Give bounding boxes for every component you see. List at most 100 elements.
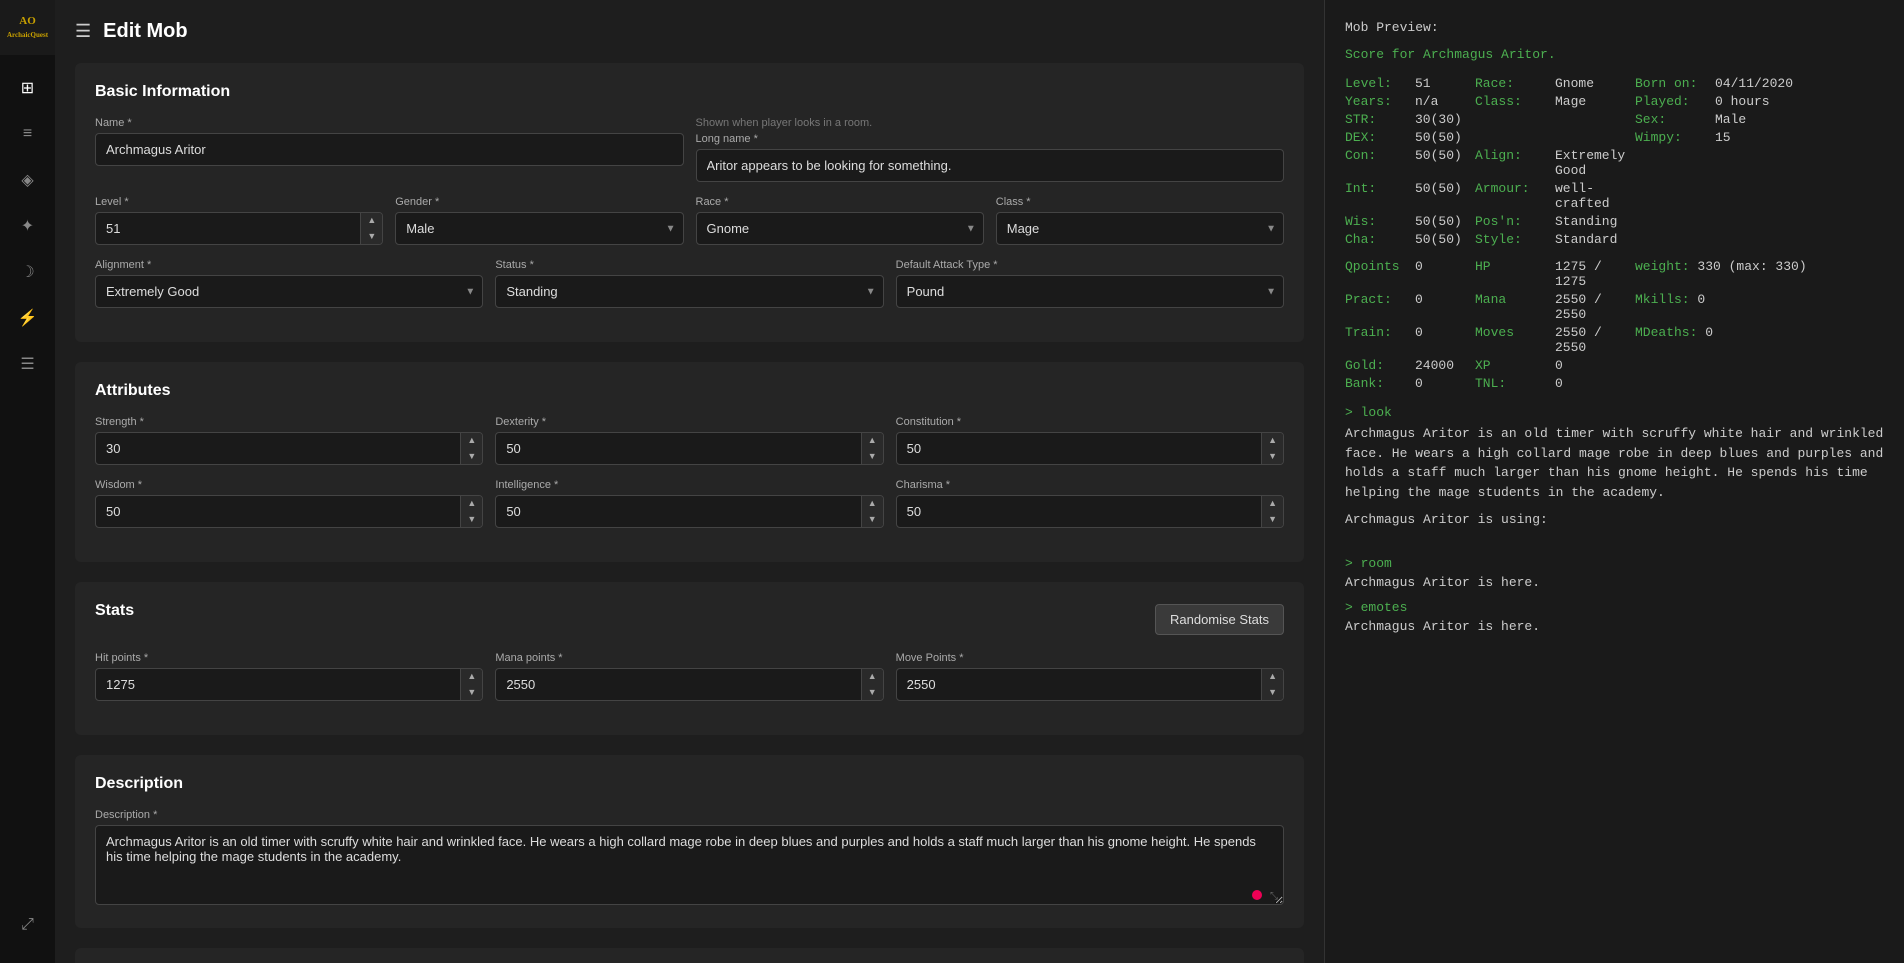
prev-mdeaths-label: MDeaths:: [1635, 325, 1697, 355]
prev-race-value: Gnome: [1555, 76, 1635, 91]
gender-label: Gender *: [395, 196, 683, 208]
sidebar-item-bolt[interactable]: ✦: [8, 206, 48, 246]
prev-years-value: n/a: [1415, 94, 1475, 109]
prev-bank-value: 0: [1415, 376, 1475, 391]
prev-xp-label: XP: [1475, 358, 1555, 373]
align-row: Alignment * Extremely Good Good Neutral …: [95, 259, 1284, 308]
charisma-wrap: ▲ ▼: [896, 495, 1284, 528]
mana-input[interactable]: [496, 669, 860, 700]
class-group: Class * Mage Warrior Cleric ▼: [996, 196, 1284, 245]
mana-up-btn[interactable]: ▲: [862, 669, 883, 685]
attack-group: Default Attack Type * Pound Slash Pierce…: [896, 259, 1284, 308]
move-label: Move Points *: [896, 652, 1284, 664]
randomise-stats-button[interactable]: Randomise Stats: [1155, 604, 1284, 635]
prev-wis-value: 50(50): [1415, 214, 1475, 229]
constitution-label: Constitution *: [896, 416, 1284, 428]
mana-group: Mana points * ▲ ▼: [495, 652, 883, 701]
move-spinner: ▲ ▼: [1261, 669, 1283, 700]
class-select[interactable]: Mage Warrior Cleric: [996, 212, 1284, 245]
sidebar-item-home[interactable]: ⊞: [8, 68, 48, 108]
sidebar-item-shield[interactable]: ◈: [8, 160, 48, 200]
name-row: Name * Shown when player looks in a room…: [95, 117, 1284, 182]
level-input[interactable]: [96, 213, 360, 244]
wisdom-up-btn[interactable]: ▲: [461, 496, 482, 512]
sidebar-item-moon[interactable]: ☽: [8, 252, 48, 292]
sidebar-item-menu[interactable]: ≡: [8, 114, 48, 154]
hitpoints-down-btn[interactable]: ▼: [461, 685, 482, 701]
hitpoints-up-btn[interactable]: ▲: [461, 669, 482, 685]
race-select[interactable]: Gnome Human Elf Dwarf: [696, 212, 984, 245]
status-select-wrap: Standing Sitting Sleeping Fighting ▼: [495, 275, 883, 308]
wisdom-down-btn[interactable]: ▼: [461, 512, 482, 528]
long-name-label: Long name *: [696, 133, 1285, 145]
attack-select[interactable]: Pound Slash Pierce Blast: [896, 275, 1284, 308]
app-logo[interactable]: AOArchaicQuest: [0, 0, 55, 55]
attack-label: Default Attack Type *: [896, 259, 1284, 271]
level-down-btn[interactable]: ▼: [361, 229, 382, 245]
sidebar: AOArchaicQuest ⊞ ≡ ◈ ✦ ☽ ⚡ ☰ ⤢: [0, 0, 55, 963]
attack-select-wrap: Pound Slash Pierce Blast ▼: [896, 275, 1284, 308]
status-label: Status *: [495, 259, 883, 271]
hitpoints-input[interactable]: [96, 669, 460, 700]
attr-row2: Wisdom * ▲ ▼ Intelligence * ▲: [95, 479, 1284, 528]
strength-up-btn[interactable]: ▲: [461, 433, 482, 449]
intelligence-input[interactable]: [496, 496, 860, 527]
alignment-label: Alignment *: [95, 259, 483, 271]
wisdom-group: Wisdom * ▲ ▼: [95, 479, 483, 528]
status-select[interactable]: Standing Sitting Sleeping Fighting: [495, 275, 883, 308]
description-textarea[interactable]: Archmagus Aritor is an old timer with sc…: [95, 825, 1284, 905]
hamburger-icon[interactable]: ☰: [75, 21, 91, 42]
wisdom-wrap: ▲ ▼: [95, 495, 483, 528]
charisma-input[interactable]: [897, 496, 1261, 527]
preview-wis-row: Wis: 50(50) Pos'n: Standing: [1345, 214, 1884, 229]
dexterity-up-btn[interactable]: ▲: [862, 433, 883, 449]
strength-down-btn[interactable]: ▼: [461, 449, 482, 465]
gender-select[interactable]: Male Female: [395, 212, 683, 245]
prev-armour-label: Armour:: [1475, 181, 1555, 211]
prev-using-label: Archmagus Aritor is using:: [1345, 512, 1884, 527]
long-name-input[interactable]: [696, 149, 1285, 182]
intelligence-down-btn[interactable]: ▼: [862, 512, 883, 528]
mana-label: Mana points *: [495, 652, 883, 664]
prev-mana-label: Mana: [1475, 292, 1555, 322]
intelligence-up-btn[interactable]: ▲: [862, 496, 883, 512]
sidebar-item-lightning[interactable]: ⚡: [8, 298, 48, 338]
move-down-btn[interactable]: ▼: [1262, 685, 1283, 701]
prev-str-value: 30(30): [1415, 112, 1475, 127]
mana-down-btn[interactable]: ▼: [862, 685, 883, 701]
move-input[interactable]: [897, 669, 1261, 700]
sidebar-item-list[interactable]: ☰: [8, 344, 48, 384]
prev-wimpy-label: Wimpy:: [1635, 130, 1715, 145]
prev-born-value: 04/11/2020: [1715, 76, 1884, 91]
name-group: Name *: [95, 117, 684, 182]
level-group: Level * ▲ ▼: [95, 196, 383, 245]
charisma-down-btn[interactable]: ▼: [1262, 512, 1283, 528]
page-header: ☰ Edit Mob: [75, 20, 1304, 43]
preview-str-row: STR: 30(30) Sex: Male: [1345, 112, 1884, 127]
long-name-group: Shown when player looks in a room. Long …: [696, 117, 1285, 182]
constitution-input[interactable]: [897, 433, 1261, 464]
alignment-select[interactable]: Extremely Good Good Neutral Evil Extreme…: [95, 275, 483, 308]
prev-look-prompt: > look: [1345, 405, 1884, 420]
prev-hp-label: HP: [1475, 259, 1555, 289]
logo-text: AOArchaicQuest: [7, 15, 48, 39]
wisdom-input[interactable]: [96, 496, 460, 527]
prev-weight-value: 330 (max: 330): [1697, 259, 1884, 289]
dexterity-input[interactable]: [496, 433, 860, 464]
page-title: Edit Mob: [103, 20, 187, 43]
name-input[interactable]: [95, 133, 684, 166]
prev-sex-label: Sex:: [1635, 112, 1715, 127]
strength-input[interactable]: [96, 433, 460, 464]
move-up-btn[interactable]: ▲: [1262, 669, 1283, 685]
constitution-down-btn[interactable]: ▼: [1262, 449, 1283, 465]
status-group: Status * Standing Sitting Sleeping Fight…: [495, 259, 883, 308]
prev-cha-value: 50(50): [1415, 232, 1475, 247]
level-label: Level *: [95, 196, 383, 208]
constitution-up-btn[interactable]: ▲: [1262, 433, 1283, 449]
level-up-btn[interactable]: ▲: [361, 213, 382, 229]
charisma-up-btn[interactable]: ▲: [1262, 496, 1283, 512]
intelligence-wrap: ▲ ▼: [495, 495, 883, 528]
dexterity-down-btn[interactable]: ▼: [862, 449, 883, 465]
sidebar-item-bottom[interactable]: ⤢: [8, 905, 48, 945]
prev-con-label: Con:: [1345, 148, 1415, 178]
